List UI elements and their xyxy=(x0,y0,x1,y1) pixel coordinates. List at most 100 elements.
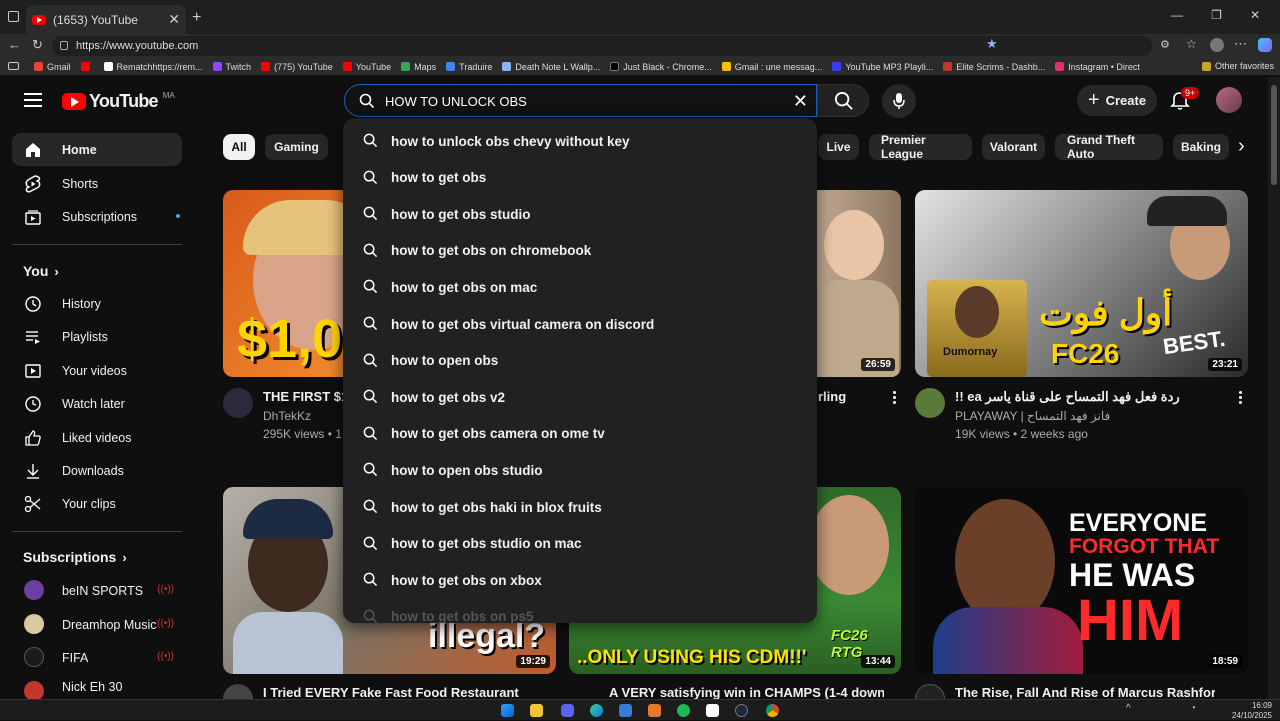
new-tab-icon[interactable]: + xyxy=(192,9,201,27)
chip-valorant[interactable]: Valorant xyxy=(982,134,1045,160)
search-suggestion-item[interactable]: how to get obs studio xyxy=(343,196,817,232)
sidebar-item-history[interactable]: History xyxy=(12,287,182,320)
start-windows-icon[interactable] xyxy=(501,704,514,717)
bookmark-just-black[interactable]: Just Black - Chrome... xyxy=(610,62,712,72)
video-title[interactable]: The Rise, Fall And Rise of Marcus Rashfo… xyxy=(955,685,1215,699)
sidebar-item-playlists[interactable]: Playlists xyxy=(12,320,182,353)
file-explorer-icon[interactable] xyxy=(530,704,543,717)
chips-next-chevron-icon[interactable]: › xyxy=(1238,135,1245,158)
search-input[interactable] xyxy=(385,89,785,113)
more-actions-icon[interactable] xyxy=(893,391,897,406)
bookmark-gmail-message[interactable]: Gmail : une messag... xyxy=(721,62,822,72)
chip-premier-league[interactable]: Premier League xyxy=(869,133,972,161)
chip-grand-theft-auto[interactable]: Grand Theft Auto xyxy=(1055,133,1163,161)
sidebar-sub-nick-eh-30[interactable]: Nick Eh 30 xyxy=(12,675,182,699)
search-suggestion-item[interactable]: how to get obs haki in blox fruits xyxy=(343,489,817,525)
store-icon[interactable] xyxy=(619,704,632,717)
sidebar-item-home[interactable]: Home xyxy=(12,133,182,166)
bookmark-elite-scrims[interactable]: Elite Scrims - Dashb... xyxy=(943,62,1045,72)
restore-icon[interactable]: ❐ xyxy=(1211,8,1222,22)
search-suggestion-item[interactable]: how to get obs on mac xyxy=(343,269,817,305)
more-menu-icon[interactable]: ⋯ xyxy=(1234,36,1247,52)
sidebar-item-subscriptions[interactable]: Subscriptions xyxy=(12,200,182,233)
tab-actions-icon[interactable] xyxy=(8,11,19,22)
profile-icon[interactable] xyxy=(1210,38,1224,52)
search-suggestion-item[interactable]: how to get obs studio on mac xyxy=(343,526,817,562)
tray-chevron-icon[interactable]: ^ xyxy=(1126,703,1131,714)
clear-search-icon[interactable]: ✕ xyxy=(793,91,808,112)
favorites-icon[interactable]: ☆ xyxy=(1186,37,1197,51)
other-favorites[interactable]: Other favorites xyxy=(1202,61,1274,71)
channel-name[interactable]: DhTekKz xyxy=(263,409,311,423)
sidebar-you-heading[interactable]: You › xyxy=(23,263,59,279)
account-avatar[interactable] xyxy=(1216,87,1242,113)
sidebar-item-shorts[interactable]: Shorts xyxy=(12,167,182,200)
app-icon[interactable] xyxy=(648,704,661,717)
network-icon[interactable]: ◔ xyxy=(1190,703,1196,714)
extensions-icon[interactable]: ⚙ xyxy=(1160,38,1170,51)
search-suggestion-item[interactable]: how to get obs on chromebook xyxy=(343,233,817,269)
copilot-icon[interactable] xyxy=(1258,38,1272,52)
bookmark-youtube[interactable]: YouTube xyxy=(342,62,391,72)
bookmark-youtube-775[interactable]: (775) YouTube xyxy=(261,62,333,72)
window-close-icon[interactable]: ✕ xyxy=(1250,8,1260,22)
search-suggestion-item[interactable]: how to get obs on ps5 xyxy=(343,599,817,623)
discord-icon[interactable] xyxy=(561,704,574,717)
taskbar-clock[interactable]: 16:09 24/10/2025 xyxy=(1232,701,1272,721)
search-box[interactable]: ✕ xyxy=(344,84,817,117)
sidebar-item-your-videos[interactable]: Your videos xyxy=(12,354,182,387)
browser-tab[interactable]: (1653) YouTube ✕ xyxy=(26,5,186,34)
favorite-star-icon[interactable]: ★ xyxy=(986,36,998,52)
chrome-icon[interactable] xyxy=(766,704,779,717)
edge-icon[interactable] xyxy=(590,704,603,717)
chip-gaming[interactable]: Gaming xyxy=(265,134,328,160)
back-icon[interactable]: ← xyxy=(8,37,21,52)
bookmark-instagram[interactable]: Instagram • Direct xyxy=(1055,62,1140,72)
search-button[interactable] xyxy=(817,84,869,117)
search-suggestion-item[interactable]: how to open obs xyxy=(343,343,817,379)
channel-avatar[interactable] xyxy=(915,388,945,418)
video-title[interactable]: A VERY satisfying win in CHAMPS (1-4 dow… xyxy=(609,685,884,699)
chip-all[interactable]: All xyxy=(223,134,255,160)
channel-avatar[interactable] xyxy=(223,388,253,418)
hamburger-menu-icon[interactable] xyxy=(24,93,42,111)
sidebar-sub-bein-sports[interactable]: beIN SPORTS ((•)) xyxy=(12,574,182,607)
steam-icon[interactable] xyxy=(735,704,748,717)
search-suggestion-item[interactable]: how to open obs studio xyxy=(343,452,817,488)
search-suggestion-item[interactable]: how to get obs v2 xyxy=(343,379,817,415)
video-title[interactable]: rling xyxy=(818,389,878,404)
bookmark-twitch[interactable]: Twitch xyxy=(212,62,251,72)
search-suggestion-item[interactable]: how to get obs xyxy=(343,160,817,196)
site-info-icon[interactable] xyxy=(60,41,68,50)
sidebar-toggle-icon[interactable] xyxy=(8,62,19,70)
bookmark-rematch[interactable]: Rematchhttps://rem... xyxy=(103,62,203,72)
bookmark-gmail[interactable]: Gmail xyxy=(34,62,71,72)
search-suggestion-item[interactable]: how to get obs camera on ome tv xyxy=(343,416,817,452)
sidebar-item-your-clips[interactable]: Your clips xyxy=(12,487,182,520)
close-tab-icon[interactable]: ✕ xyxy=(168,11,180,28)
chip-baking[interactable]: Baking xyxy=(1173,134,1229,160)
sidebar-sub-dreamhop-music[interactable]: Dreamhop Music ((•)) xyxy=(12,608,182,641)
bookmark-maps[interactable]: Maps xyxy=(401,62,436,72)
video-title[interactable]: !! ea ردة فعل فهد التمساح على قناة ياسر xyxy=(955,389,1225,405)
sidebar-sub-fifa[interactable]: FIFA ((•)) xyxy=(12,641,182,674)
sidebar-item-liked-videos[interactable]: Liked videos xyxy=(12,421,182,454)
video-thumbnail[interactable]: Dumornay أول فوت FC26 BEST. 23:21 xyxy=(915,190,1248,377)
sidebar-item-watch-later[interactable]: Watch later xyxy=(12,387,182,420)
video-title[interactable]: I Tried EVERY Fake Fast Food Restaurant xyxy=(263,685,523,699)
minimize-icon[interactable]: — xyxy=(1171,8,1183,22)
video-title[interactable]: THE FIRST $1 xyxy=(263,389,353,404)
youtube-logo[interactable]: YouTube MA xyxy=(62,91,175,112)
chip-live[interactable]: Live xyxy=(818,134,859,160)
bookmark-death-note[interactable]: Death Note L Wallp... xyxy=(502,62,600,72)
refresh-icon[interactable]: ↻ xyxy=(32,37,43,53)
bookmark-youtube-icon-only[interactable] xyxy=(80,62,94,71)
create-button[interactable]: + Create xyxy=(1077,85,1157,116)
video-thumbnail[interactable]: EVERYONE FORGOT THAT HE WAS HIM 18:59 xyxy=(915,487,1248,674)
search-suggestion-item[interactable]: how to get obs on xbox xyxy=(343,562,817,598)
search-suggestion-item[interactable]: how to unlock obs chevy without key xyxy=(343,123,817,159)
search-suggestion-item[interactable]: how to get obs virtual camera on discord xyxy=(343,306,817,342)
more-actions-icon[interactable] xyxy=(1239,391,1243,406)
bookmark-youtube-mp3[interactable]: YouTube MP3 Playli... xyxy=(832,62,933,72)
bookmark-traduire[interactable]: Traduire xyxy=(446,62,492,72)
